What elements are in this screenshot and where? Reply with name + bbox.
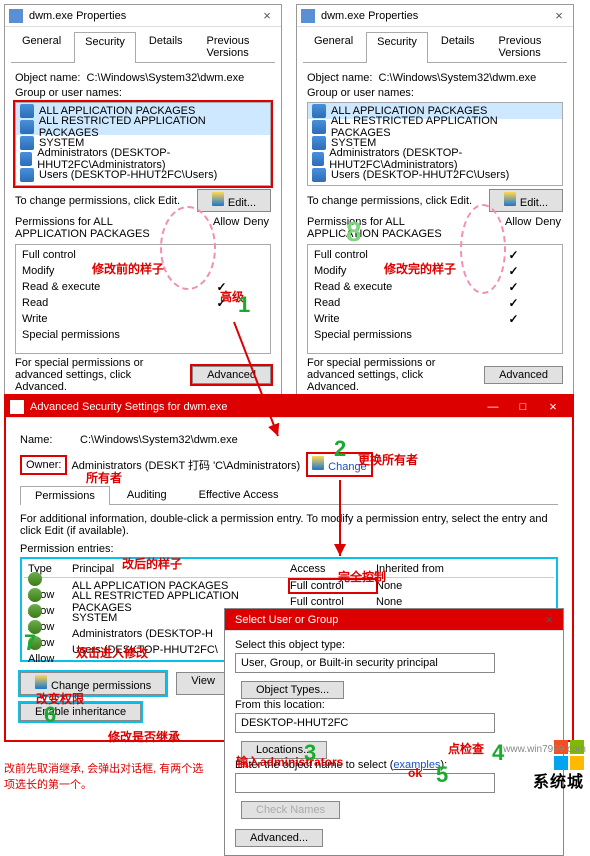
tab-auditing[interactable]: Auditing [112, 485, 182, 504]
dialog-title: dwm.exe Properties [321, 10, 549, 22]
annotation-circle [160, 206, 216, 290]
group-listbox[interactable]: ALL APPLICATION PACKAGES ALL RESTRICTED … [15, 102, 271, 186]
permissions-list: Full control Modify Read & execute✓ Read… [15, 244, 271, 354]
enable-inheritance-button[interactable]: Enable inheritance [20, 703, 141, 721]
name-value: C:\Windows\System32\dwm.exe [80, 434, 238, 446]
view-button[interactable]: View [176, 672, 230, 695]
tab-effective[interactable]: Effective Access [184, 485, 294, 504]
group-item[interactable]: Administrators (DESKTOP-HHUT2FC\Administ… [16, 151, 270, 167]
group-icon [20, 104, 34, 118]
close-icon[interactable]: × [549, 8, 569, 23]
dialog-title: dwm.exe Properties [29, 10, 257, 22]
special-text: For special permissions or advanced sett… [15, 357, 165, 393]
watermark: www.win7999.com [503, 744, 586, 755]
change-permissions-button[interactable]: Change permissions [20, 672, 166, 695]
minimize-icon[interactable]: — [478, 401, 508, 413]
group-item[interactable]: ALL RESTRICTED APPLICATION PACKAGES [16, 119, 270, 135]
edit-button[interactable]: Edit... [489, 189, 563, 212]
app-icon [10, 400, 24, 414]
advanced-button[interactable]: Advanced [192, 366, 271, 384]
change-perm-text: To change permissions, click Edit. [15, 195, 180, 207]
close-icon[interactable]: × [257, 8, 277, 23]
group-listbox[interactable]: ALL APPLICATION PACKAGES ALL RESTRICTED … [307, 102, 563, 186]
perm-for-label: Permissions for ALL APPLICATION PACKAGES [15, 216, 155, 240]
dialog-titlebar: dwm.exe Properties× [5, 5, 281, 27]
dialog-title: Select User or Group [229, 614, 539, 626]
group-item[interactable]: Administrators (DESKTOP-HHUT2FC\Administ… [308, 151, 562, 167]
advanced-button[interactable]: Advanced [484, 366, 563, 384]
owner-label: Owner: [20, 455, 67, 475]
group-icon [20, 136, 34, 150]
change-owner-link[interactable]: Change [306, 452, 373, 477]
tab-security[interactable]: Security [74, 32, 136, 63]
group-item[interactable]: ALL RESTRICTED APPLICATION PACKAGES [308, 119, 562, 135]
examples-link[interactable]: examples [393, 759, 440, 771]
tab-general[interactable]: General [11, 31, 72, 62]
tab-permissions[interactable]: Permissions [20, 486, 110, 505]
object-type-label: Select this object type: [235, 639, 553, 651]
dialog-title: Advanced Security Settings for dwm.exe [30, 401, 478, 413]
properties-tabs: General Security Details Previous Versio… [11, 31, 275, 63]
group-icon [20, 152, 32, 166]
location-field: DESKTOP-HHUT2FC [235, 713, 495, 733]
annotation: 改前先取消继承, 会弹出对话框, 有两个选项选长的第一个。 [4, 760, 214, 792]
tab-prev-versions[interactable]: Previous Versions [196, 31, 273, 62]
enter-name-label: Enter the object name to select ( [235, 759, 393, 771]
object-types-button[interactable]: Object Types... [241, 681, 344, 699]
group-icon [20, 168, 34, 182]
shield-icon [312, 456, 324, 470]
name-label: Name: [20, 434, 80, 446]
advanced-tabs: Permissions Auditing Effective Access [20, 485, 558, 505]
edit-button[interactable]: Edit... [197, 189, 271, 212]
owner-value: Administrators (DESKT 打码 'C\Administrato… [71, 457, 300, 473]
maximize-icon[interactable]: □ [508, 401, 538, 413]
check-icon: ✓ [216, 296, 226, 310]
tab-details[interactable]: Details [138, 31, 194, 62]
group-user-label: Group or user names: [15, 87, 271, 99]
group-icon [20, 120, 34, 134]
object-type-field: User, Group, or Built-in security princi… [235, 653, 495, 673]
info-text: For additional information, double-click… [20, 513, 558, 537]
annotation-circle [460, 204, 506, 294]
check-names-button[interactable]: Check Names [241, 801, 340, 819]
object-path: C:\Windows\System32\dwm.exe [87, 72, 245, 84]
properties-dialog-left: dwm.exe Properties× General Security Det… [4, 4, 282, 435]
location-label: From this location: [235, 699, 553, 711]
perm-entries-label: Permission entries: [20, 543, 558, 555]
select-user-dialog: Select User or Group× Select this object… [224, 608, 564, 856]
shield-icon [212, 192, 224, 206]
close-icon[interactable]: × [538, 399, 568, 414]
object-name-input[interactable] [235, 773, 495, 793]
properties-dialog-right: dwm.exe Properties× General Security Det… [296, 4, 574, 435]
app-icon [9, 9, 23, 23]
close-icon[interactable]: × [539, 612, 559, 627]
advanced-button[interactable]: Advanced... [235, 829, 323, 847]
brand-text: 系统城 [533, 768, 584, 792]
permissions-list: Full control✓ Modify✓ Read & execute✓ Re… [307, 244, 563, 354]
locations-button[interactable]: Locations... [241, 741, 327, 759]
dialog-titlebar: Advanced Security Settings for dwm.exe—□… [6, 396, 572, 418]
object-name-label: Object name: [15, 72, 80, 84]
app-icon [301, 9, 315, 23]
check-icon: ✓ [216, 280, 226, 294]
